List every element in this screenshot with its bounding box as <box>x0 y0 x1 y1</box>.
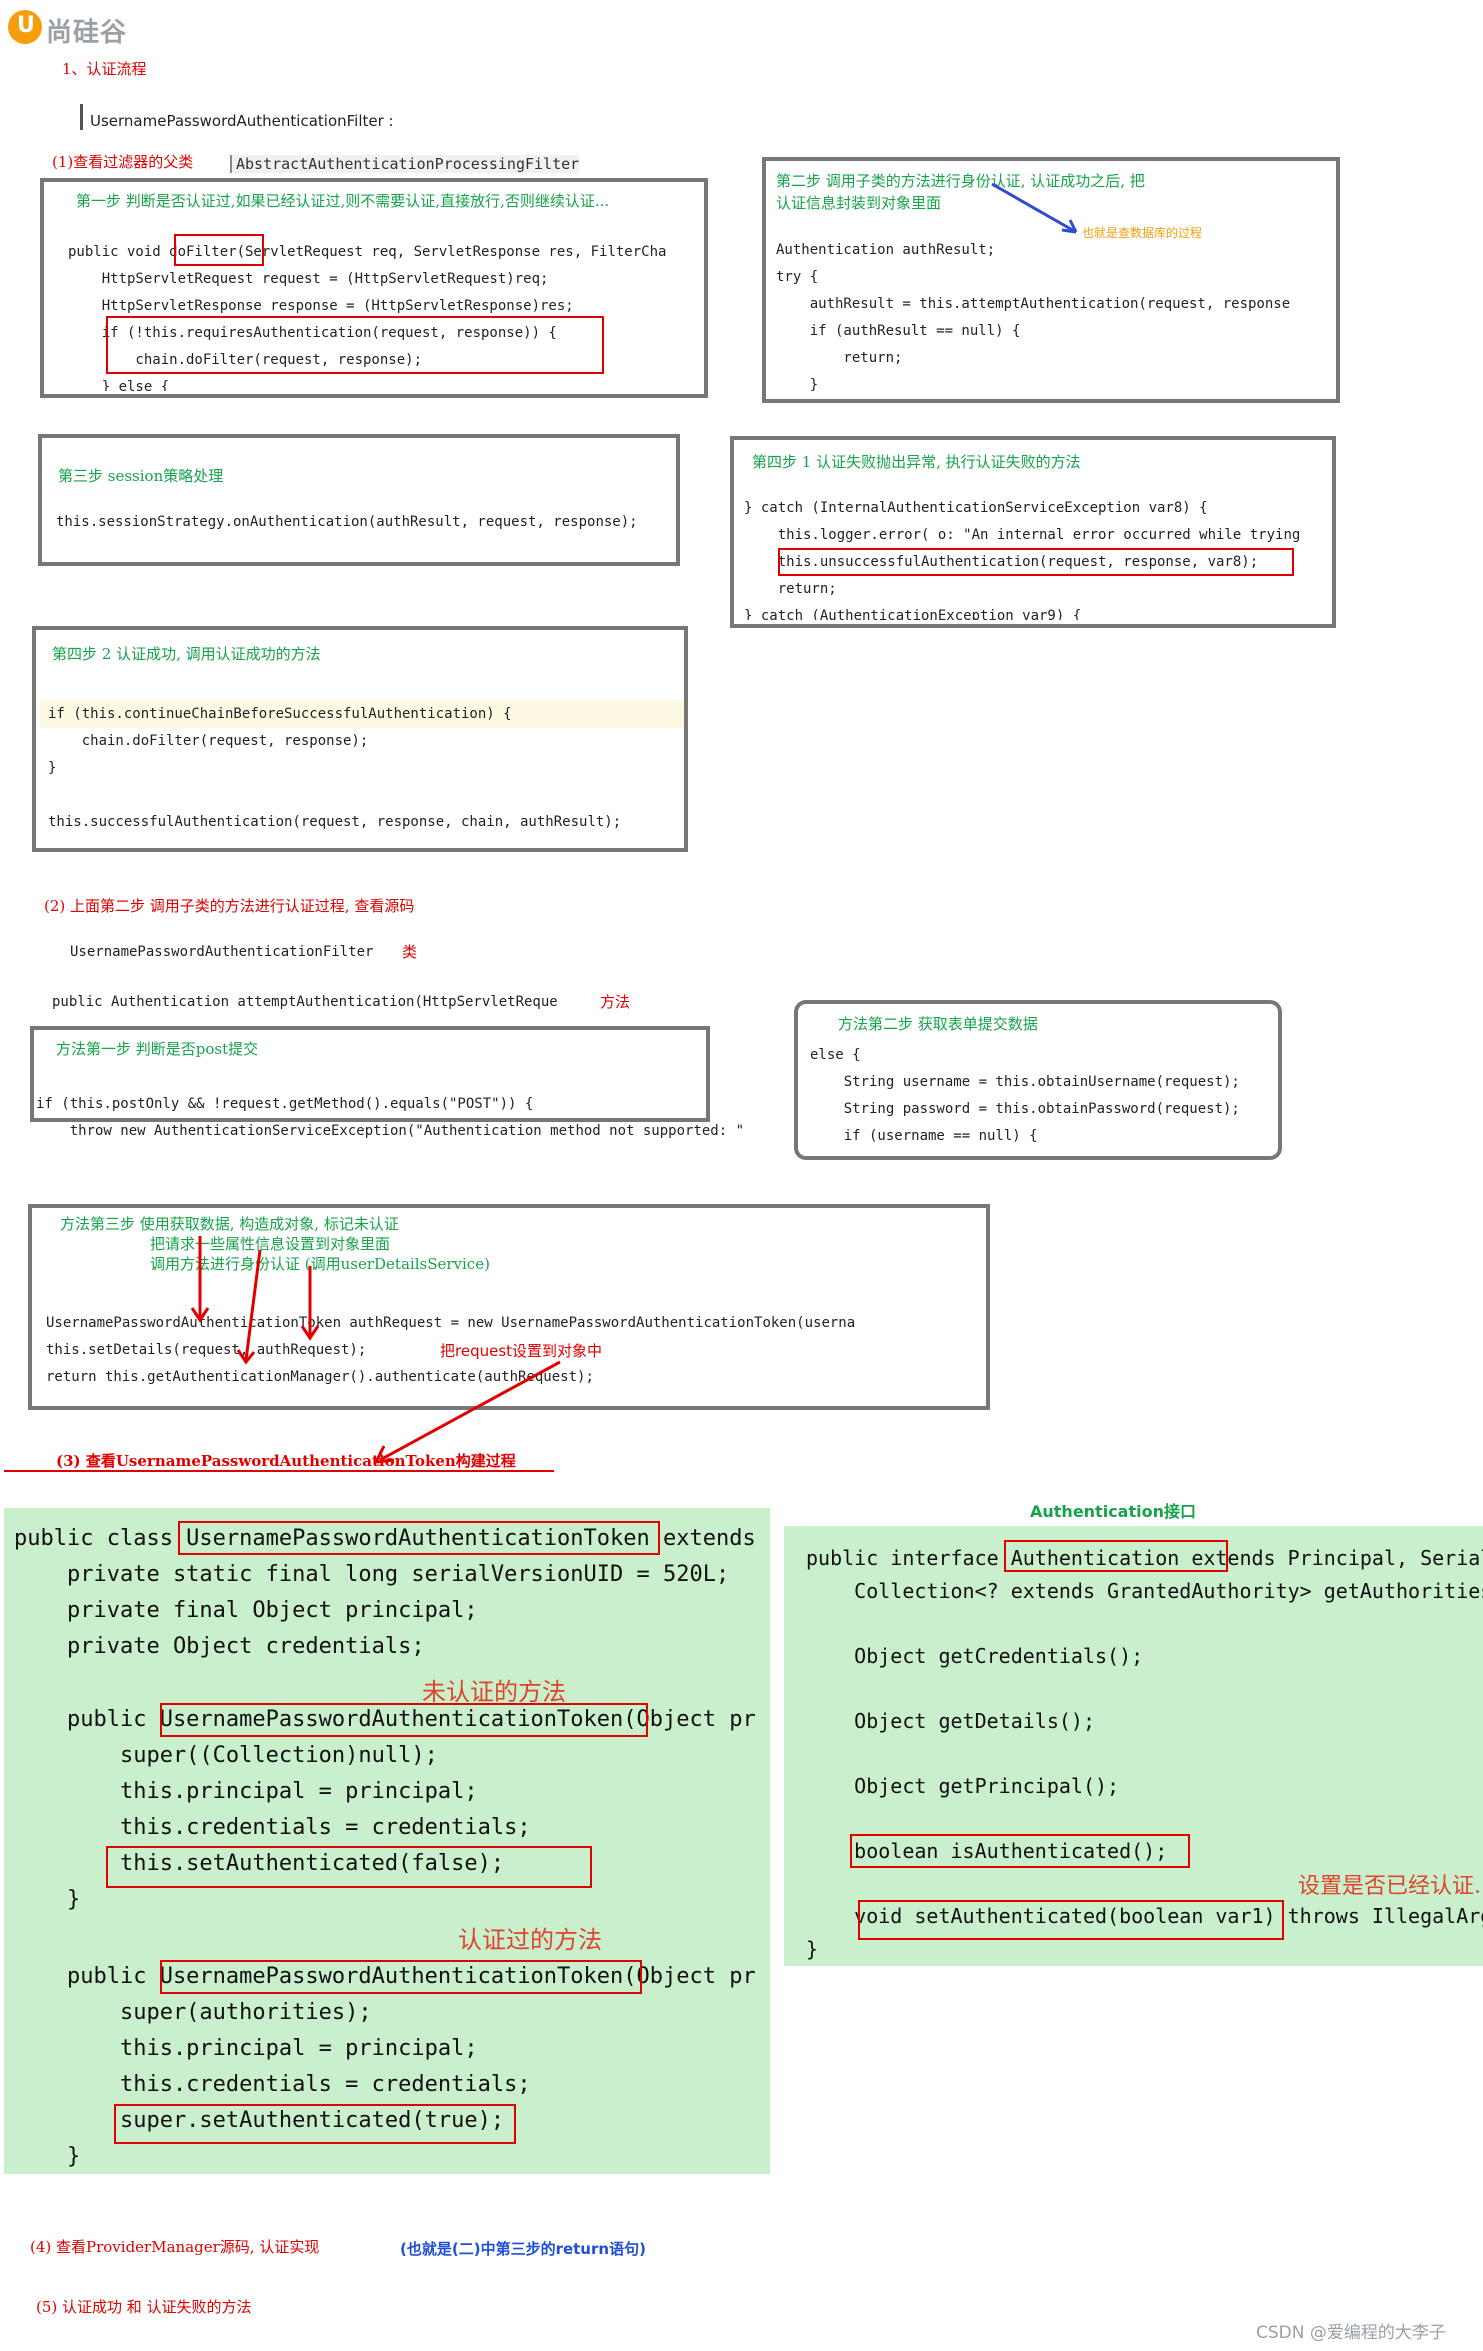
token-line-6: super((Collection)null); <box>14 1743 438 1768</box>
token-ctor1-highlight <box>160 1703 648 1737</box>
token-line-10: } <box>14 1887 81 1912</box>
set-authenticated-highlight <box>858 1900 1284 1940</box>
footer-watermark: CSDN @爱编程的大李子 <box>1256 2323 1446 2343</box>
token-line-17: } <box>14 2144 81 2169</box>
section-3-title: (3) 查看UsernamePasswordAuthenticationToke… <box>56 1452 516 1470</box>
section-5-title: (5) 认证成功 和 认证失败的方法 <box>36 2298 252 2316</box>
token-line-15: this.credentials = credentials; <box>14 2072 531 2097</box>
method-step3-arrows <box>190 1236 561 1464</box>
token-line-14: this.principal = principal; <box>14 2036 478 2061</box>
section-4-note: (也就是(二)中第三步的return语句) <box>400 2240 646 2258</box>
auth-iface-title: Authentication接口 <box>1030 1502 1196 1521</box>
section-3-underline <box>4 1470 554 1472</box>
auth-line-1: Collection<? extends GrantedAuthority> g… <box>806 1579 1483 1603</box>
set-true-highlight <box>114 2104 516 2144</box>
set-false-highlight <box>106 1846 592 1888</box>
token-ctor2-highlight <box>160 1960 642 1994</box>
token-line-8: this.credentials = credentials; <box>14 1815 531 1840</box>
token-line-7: this.principal = principal; <box>14 1779 478 1804</box>
auth-line-12: } <box>806 1937 819 1961</box>
auth-iface-note: 设置是否已经认证. <box>1298 1874 1481 1899</box>
is-authenticated-highlight <box>850 1834 1190 1868</box>
note-authenticated: 认证过的方法 <box>458 1926 602 1954</box>
auth-line-5: Object getDetails(); <box>806 1709 1095 1733</box>
auth-iface-highlight <box>1004 1540 1228 1572</box>
token-class-highlight <box>178 1521 660 1555</box>
token-line-3: private Object credentials; <box>14 1634 425 1659</box>
token-line-1: private static final long serialVersionU… <box>14 1562 730 1587</box>
auth-line-3: Object getCredentials(); <box>806 1644 1144 1668</box>
note-unauthenticated: 未认证的方法 <box>422 1678 566 1706</box>
token-line-13: super(authorities); <box>14 2000 372 2025</box>
auth-line-7: Object getPrincipal(); <box>806 1774 1120 1798</box>
section-4-title: (4) 查看ProviderManager源码, 认证实现 <box>30 2238 320 2256</box>
token-line-2: private final Object principal; <box>14 1598 478 1623</box>
